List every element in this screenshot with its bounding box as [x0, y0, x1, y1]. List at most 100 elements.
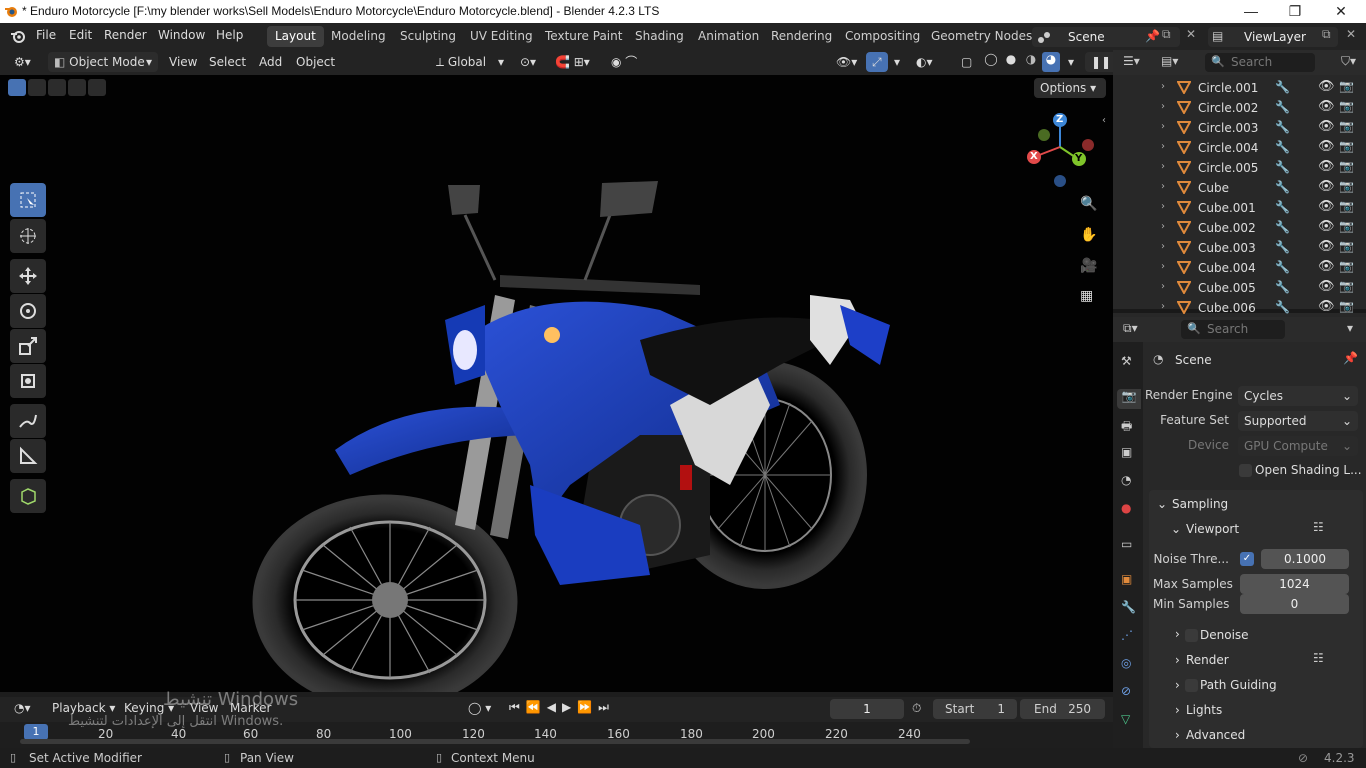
world-tab-icon[interactable]: ● [1121, 501, 1131, 515]
constraints-tab-icon[interactable]: ⊘ [1121, 684, 1131, 698]
ortho-grid-icon[interactable]: ▦ [1080, 288, 1093, 304]
tab-uv-editing[interactable]: UV Editing [462, 26, 541, 47]
select-box-tool[interactable] [10, 183, 46, 217]
modifier-icon[interactable]: 🔧 [1275, 220, 1290, 234]
select-invert-icon[interactable] [68, 79, 86, 96]
advanced-subpanel-header[interactable]: Advanced [1186, 728, 1245, 742]
rendered-shading-icon[interactable]: ◕ [1042, 52, 1060, 72]
render-camera-icon[interactable]: 📷 [1339, 99, 1354, 113]
menu-help[interactable]: Help [216, 28, 243, 42]
max-samples-field[interactable]: 1024 [1240, 574, 1349, 594]
camera-view-icon[interactable]: 🎥 [1080, 258, 1097, 274]
modifier-icon[interactable]: 🔧 [1275, 120, 1290, 134]
object-tab-icon[interactable]: ▣ [1121, 572, 1132, 586]
properties-editor-icon[interactable]: ⧉▾ [1123, 321, 1138, 336]
outliner-row[interactable]: › Circle.003 🔧 👁 📷 [1113, 118, 1366, 138]
expand-arrow-icon[interactable]: › [1161, 161, 1165, 172]
options-button[interactable]: Options ▾ [1034, 78, 1106, 98]
denoise-checkbox[interactable] [1185, 629, 1198, 642]
new-view-layer-icon[interactable]: ⧉ [1322, 27, 1331, 42]
output-tab-icon[interactable]: 🖶 [1121, 417, 1132, 438]
tool-tab-icon[interactable]: ⚒ [1121, 354, 1132, 368]
scale-tool[interactable] [10, 329, 46, 363]
modifier-icon[interactable]: 🔧 [1275, 160, 1290, 174]
eye-visibility-icon[interactable]: 👁 [1318, 119, 1335, 134]
wireframe-shading-icon[interactable]: ◯ [982, 52, 1000, 72]
expand-arrow-icon[interactable]: › [1161, 301, 1165, 312]
render-expand-icon[interactable]: › [1175, 653, 1180, 667]
outliner-row[interactable]: › Cube.004 🔧 👁 📷 [1113, 258, 1366, 278]
outliner-row[interactable]: › Cube.003 🔧 👁 📷 [1113, 238, 1366, 258]
proportional-edit-icon[interactable]: ◉ ⌒ [605, 52, 643, 72]
preview-range-icon[interactable]: ⏱ [912, 701, 921, 716]
outliner-row[interactable]: › Circle.002 🔧 👁 📷 [1113, 98, 1366, 118]
eye-visibility-icon[interactable]: 👁 [1318, 219, 1335, 234]
gizmo-toggle-icon[interactable]: ⤢ [866, 52, 888, 72]
render-camera-icon[interactable]: 📷 [1339, 119, 1354, 133]
render-camera-icon[interactable]: 📷 [1339, 219, 1354, 233]
select-subtract-icon[interactable] [48, 79, 66, 96]
eye-visibility-icon[interactable]: 👁 [1318, 179, 1335, 194]
render-engine-dropdown[interactable]: Cycles ⌄ [1238, 386, 1358, 406]
menu-window[interactable]: Window [158, 28, 205, 42]
menu-select[interactable]: Select [203, 52, 252, 72]
render-camera-icon[interactable]: 📷 [1339, 259, 1354, 273]
rotate-tool[interactable] [10, 294, 46, 328]
path-guiding-expand-icon[interactable]: › [1175, 678, 1180, 692]
path-guiding-subpanel-header[interactable]: Path Guiding [1200, 678, 1277, 692]
snap-icon[interactable]: 🧲 ⊞▾ [549, 52, 596, 72]
eye-visibility-icon[interactable]: 👁 [1318, 259, 1335, 274]
solid-shading-icon[interactable]: ● [1002, 52, 1020, 72]
feature-set-dropdown[interactable]: Supported ⌄ [1238, 411, 1358, 431]
tab-rendering[interactable]: Rendering [763, 26, 840, 47]
view-layer-selector[interactable]: ▤ ViewLayer [1208, 27, 1338, 47]
outliner-row[interactable]: › Cube 🔧 👁 📷 [1113, 178, 1366, 198]
tab-layout[interactable]: Layout [267, 26, 324, 47]
tab-compositing[interactable]: Compositing [837, 26, 928, 47]
tab-geometry-nodes[interactable]: Geometry Nodes [923, 26, 1040, 47]
modifier-icon[interactable]: 🔧 [1275, 300, 1290, 314]
select-new-icon[interactable] [8, 79, 26, 96]
collection-tab-icon[interactable]: ▭ [1121, 537, 1132, 551]
measure-tool[interactable] [10, 439, 46, 473]
cursor-tool[interactable] [10, 219, 46, 253]
close-button[interactable]: ✕ [1318, 0, 1364, 23]
menu-render[interactable]: Render [104, 28, 147, 42]
lights-expand-icon[interactable]: › [1175, 703, 1180, 717]
render-camera-icon[interactable]: 📷 [1339, 159, 1354, 173]
zoom-icon[interactable]: 🔍 [1080, 196, 1097, 212]
expand-arrow-icon[interactable]: › [1161, 141, 1165, 152]
timeline-editor-icon[interactable]: ◔▾ [8, 698, 37, 718]
render-camera-icon[interactable]: 📷 [1339, 199, 1354, 213]
lights-subpanel-header[interactable]: Lights [1186, 703, 1222, 717]
eye-visibility-icon[interactable]: 👁 [1318, 299, 1335, 314]
tab-shading[interactable]: Shading [627, 26, 692, 47]
playback-controls[interactable]: ⏮⏪◀▶⏩⏭ [509, 700, 615, 715]
add-cube-tool[interactable] [10, 479, 46, 513]
outliner-editor-icon[interactable]: ☰▾ [1123, 54, 1140, 68]
scene-tab-icon[interactable]: ◔ [1121, 473, 1131, 487]
physics-tab-icon[interactable]: ◎ [1121, 656, 1131, 670]
remove-view-layer-icon[interactable]: ✕ [1346, 27, 1356, 41]
modifier-icon[interactable]: 🔧 [1275, 100, 1290, 114]
expand-arrow-icon[interactable]: › [1161, 101, 1165, 112]
expand-arrow-icon[interactable]: › [1161, 121, 1165, 132]
render-camera-icon[interactable]: 📷 [1339, 279, 1354, 293]
viewport-presets-icon[interactable]: ☷ [1313, 520, 1324, 534]
select-intersect-icon[interactable] [88, 79, 106, 96]
viewport-expand-icon[interactable]: ⌄ [1171, 522, 1181, 536]
properties-search-input[interactable]: 🔍 Search [1181, 320, 1285, 339]
eye-visibility-icon[interactable]: 👁 [1318, 199, 1335, 214]
shading-dropdown-icon[interactable]: ▾ [1062, 52, 1080, 72]
visibility-icon[interactable]: 👁▾ [830, 52, 863, 72]
modifier-icon[interactable]: 🔧 [1275, 140, 1290, 154]
overlays-icon[interactable]: ◐▾ [910, 52, 939, 72]
advanced-expand-icon[interactable]: › [1175, 728, 1180, 742]
render-camera-icon[interactable]: 📷 [1339, 79, 1354, 93]
scene-selector[interactable]: Scene 📌 [1032, 27, 1180, 47]
minimize-button[interactable]: — [1228, 0, 1274, 23]
material-shading-icon[interactable]: ◑ [1022, 52, 1040, 72]
outliner-row[interactable]: › Cube.002 🔧 👁 📷 [1113, 218, 1366, 238]
expand-arrow-icon[interactable]: › [1161, 241, 1165, 252]
eye-visibility-icon[interactable]: 👁 [1318, 99, 1335, 114]
